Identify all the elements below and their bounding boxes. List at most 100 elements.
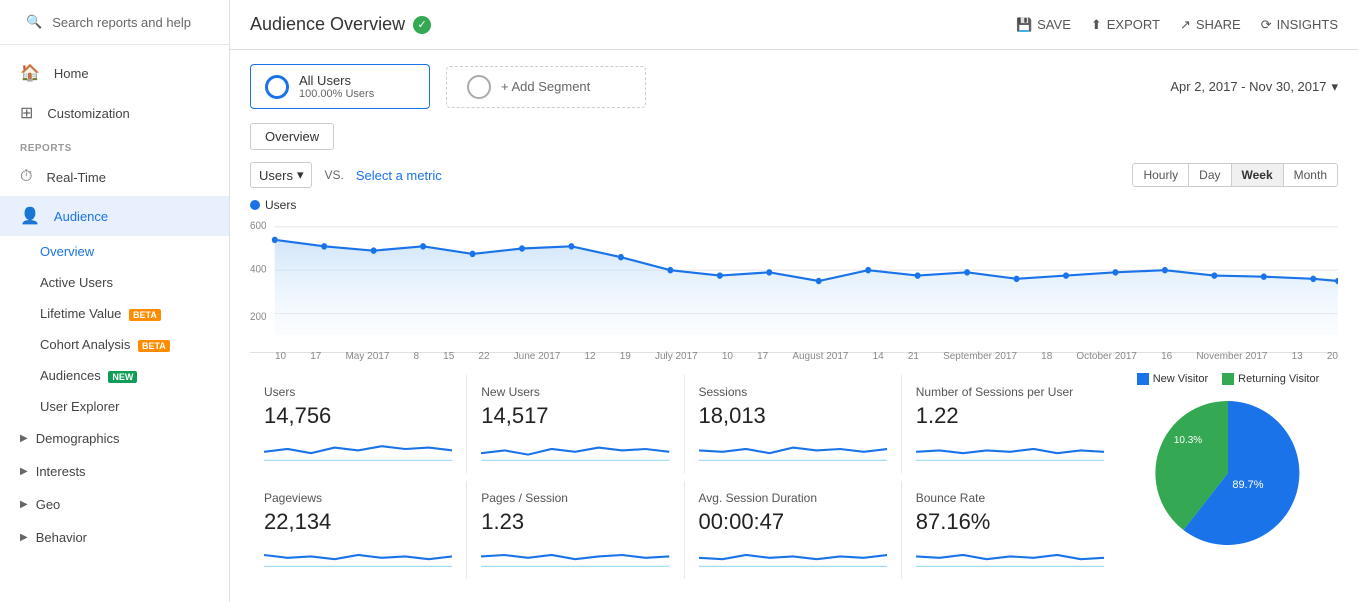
new-visitor-legend-label: New Visitor [1153, 373, 1208, 385]
customization-icon: ⊞ [20, 103, 33, 123]
beta-badge-lifetime: BETA [129, 309, 161, 321]
topbar-actions: 💾 SAVE ⬆ EXPORT ↗ SHARE ⟳ INSIGHTS [1016, 17, 1338, 33]
topbar: Audience Overview ✓ 💾 SAVE ⬆ EXPORT ↗ SH… [230, 0, 1358, 50]
demographics-arrow-icon: ▶ [20, 433, 28, 444]
sidebar-item-audience[interactable]: 👤 Audience [0, 196, 229, 236]
stat-sessions-per-user-sparkline [916, 435, 1104, 463]
search-bar[interactable]: 🔍 Search reports and help [0, 0, 229, 45]
sidebar-sub-lifetime-value-label: Lifetime Value [40, 306, 121, 321]
reports-section-label: REPORTS [0, 133, 229, 158]
new-badge-audiences: NEW [108, 371, 137, 383]
export-icon: ⬆ [1091, 17, 1102, 33]
sidebar-expand-geo[interactable]: ▶ Geo [0, 488, 229, 521]
bottom-stats-section: Users 14,756 New Users 14,517 [250, 363, 1338, 579]
sidebar-expand-demographics-label: Demographics [36, 431, 120, 446]
sidebar-sub-user-explorer[interactable]: User Explorer [0, 391, 229, 422]
segment-bar: All Users 100.00% Users + Add Segment Ap… [250, 50, 1338, 123]
stat-users-sparkline [264, 435, 452, 463]
returning-visitor-legend-box [1222, 373, 1234, 385]
svg-text:400: 400 [250, 264, 267, 275]
sidebar-item-realtime[interactable]: ⏱ Real-Time [0, 158, 229, 196]
stat-sessions-value: 18,013 [699, 403, 887, 429]
stat-sessions-per-user-label: Number of Sessions per User [916, 385, 1104, 399]
sidebar-expand-behavior[interactable]: ▶ Behavior [0, 521, 229, 554]
add-segment-button[interactable]: + Add Segment [446, 66, 646, 108]
sidebar-sub-active-users[interactable]: Active Users [0, 267, 229, 298]
sidebar-item-realtime-label: Real-Time [46, 170, 105, 185]
overview-tab[interactable]: Overview [250, 123, 334, 150]
stat-avg-session: Avg. Session Duration 00:00:47 [685, 481, 902, 579]
segment-circle-icon [265, 75, 289, 99]
sidebar-sub-user-explorer-label: User Explorer [40, 399, 119, 414]
select-metric-link[interactable]: Select a metric [356, 168, 442, 183]
main-content: Audience Overview ✓ 💾 SAVE ⬆ EXPORT ↗ SH… [230, 0, 1358, 602]
metric-primary-label: Users [259, 168, 293, 183]
sidebar-sub-cohort[interactable]: Cohort Analysis BETA [0, 329, 229, 360]
chart-legend-label: Users [265, 198, 296, 212]
stat-sessions-sparkline [699, 435, 887, 463]
metric-selector[interactable]: Users ▾ [250, 162, 312, 188]
all-users-segment[interactable]: All Users 100.00% Users [250, 64, 430, 109]
insights-button[interactable]: ⟳ INSIGHTS [1261, 17, 1338, 33]
sidebar-sub-audiences[interactable]: Audiences NEW [0, 360, 229, 391]
stat-pages-session: Pages / Session 1.23 [467, 481, 684, 579]
pie-legend-returning-visitor: Returning Visitor [1222, 373, 1319, 385]
behavior-arrow-icon: ▶ [20, 532, 28, 543]
date-range-picker[interactable]: Apr 2, 2017 - Nov 30, 2017 ▾ [1170, 79, 1338, 95]
insights-label: INSIGHTS [1277, 17, 1338, 32]
segment-sub: 100.00% Users [299, 88, 374, 100]
pie-chart-section: New Visitor Returning Visitor [1118, 363, 1338, 579]
insights-icon: ⟳ [1261, 17, 1272, 33]
time-btn-hourly[interactable]: Hourly [1133, 164, 1189, 186]
stat-new-users-label: New Users [481, 385, 669, 399]
sidebar-expand-geo-label: Geo [36, 497, 61, 512]
stat-new-users-value: 14,517 [481, 403, 669, 429]
stat-avg-session-value: 00:00:47 [699, 509, 887, 535]
stat-users: Users 14,756 [250, 375, 467, 473]
stat-pageviews: Pageviews 22,134 [250, 481, 467, 579]
save-button[interactable]: 💾 SAVE [1016, 17, 1071, 33]
stat-new-users: New Users 14,517 [467, 375, 684, 473]
metric-row: Users ▾ VS. Select a metric Hourly Day W… [250, 162, 1338, 188]
stat-avg-session-sparkline [699, 541, 887, 569]
sidebar-expand-behavior-label: Behavior [36, 530, 87, 545]
export-button[interactable]: ⬆ EXPORT [1091, 17, 1160, 33]
time-btn-week[interactable]: Week [1232, 164, 1284, 186]
content-area: All Users 100.00% Users + Add Segment Ap… [230, 50, 1358, 602]
stat-pageviews-sparkline [264, 541, 452, 569]
sidebar-expand-demographics[interactable]: ▶ Demographics [0, 422, 229, 455]
add-segment-label: + Add Segment [501, 79, 590, 94]
sidebar-sub-overview[interactable]: Overview [0, 236, 229, 267]
date-range-arrow-icon: ▾ [1331, 79, 1338, 95]
sidebar-item-customization[interactable]: ⊞ Customization [0, 93, 229, 133]
sidebar-nav: 🏠 Home ⊞ Customization REPORTS ⏱ Real-Ti… [0, 45, 229, 562]
page-title-text: Audience Overview [250, 14, 405, 35]
add-segment-circle-icon [467, 75, 491, 99]
new-visitor-legend-box [1137, 373, 1149, 385]
svg-text:600: 600 [250, 221, 267, 232]
sidebar-expand-interests[interactable]: ▶ Interests [0, 455, 229, 488]
chart-legend-dot [250, 200, 260, 210]
pie-legend-new-visitor: New Visitor [1137, 373, 1208, 385]
stat-new-users-sparkline [481, 435, 669, 463]
stat-sessions-label: Sessions [699, 385, 887, 399]
beta-badge-cohort: BETA [138, 340, 170, 352]
segment-info: All Users 100.00% Users [299, 73, 374, 100]
time-btn-day[interactable]: Day [1189, 164, 1231, 186]
share-button[interactable]: ↗ SHARE [1180, 17, 1241, 33]
search-label: Search reports and help [52, 15, 191, 30]
stat-pageviews-label: Pageviews [264, 491, 452, 505]
stats-area: Users 14,756 New Users 14,517 [250, 363, 1118, 579]
pie-chart: 89.7% 10.3% [1148, 393, 1308, 553]
sidebar-item-home[interactable]: 🏠 Home [0, 53, 229, 93]
time-btn-month[interactable]: Month [1284, 164, 1337, 186]
sidebar-sub-lifetime-value[interactable]: Lifetime Value BETA [0, 298, 229, 329]
stat-users-label: Users [264, 385, 452, 399]
stat-pages-session-value: 1.23 [481, 509, 669, 535]
sidebar-item-audience-label: Audience [54, 209, 108, 224]
share-icon: ↗ [1180, 17, 1191, 33]
metric-dropdown-icon: ▾ [297, 167, 304, 183]
overview-tab-label: Overview [265, 129, 319, 144]
sidebar-item-customization-label: Customization [47, 106, 129, 121]
segment-label: All Users [299, 73, 374, 88]
